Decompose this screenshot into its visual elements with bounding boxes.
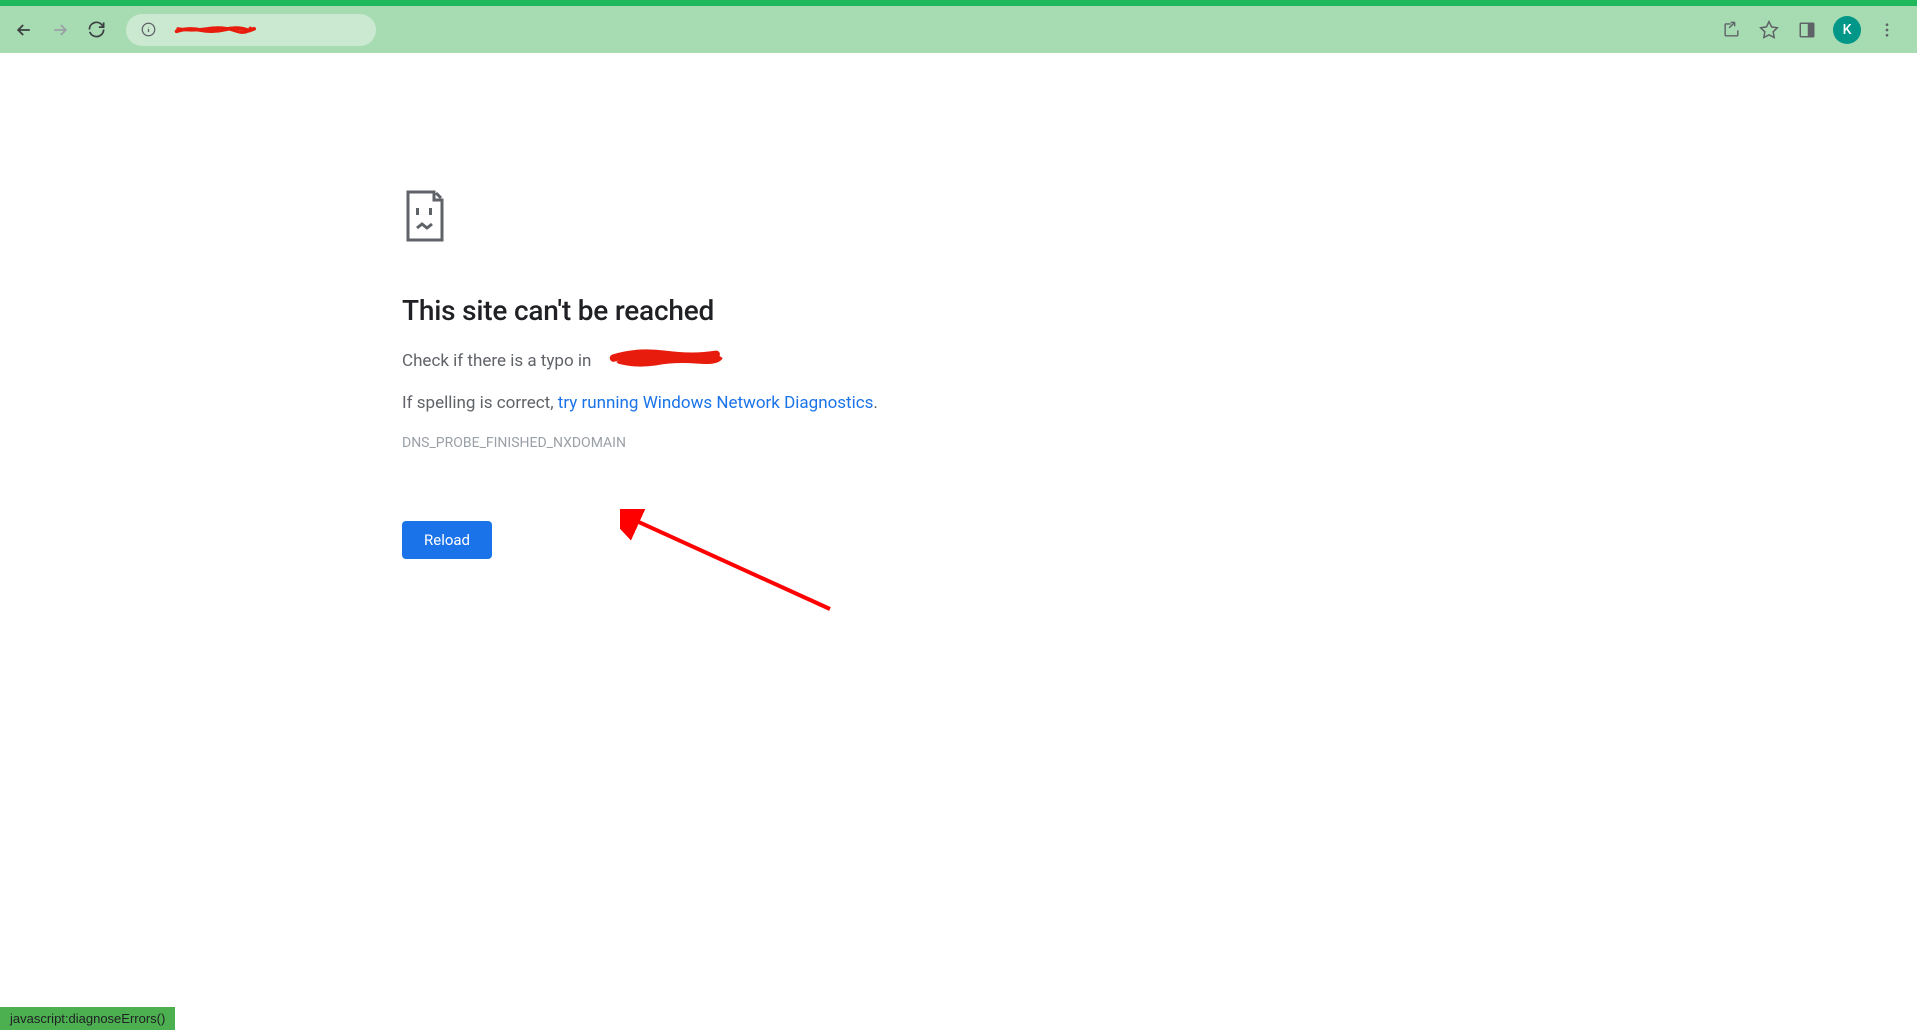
side-panel-button[interactable] bbox=[1795, 18, 1819, 42]
side-panel-icon bbox=[1798, 21, 1816, 39]
star-icon bbox=[1759, 20, 1779, 40]
avatar-letter: K bbox=[1843, 22, 1852, 38]
error-code: DNS_PROBE_FINISHED_NXDOMAIN bbox=[402, 435, 1002, 451]
forward-button[interactable] bbox=[46, 16, 74, 44]
typo-prefix: Check if there is a typo in bbox=[402, 351, 591, 371]
diagnostics-link[interactable]: try running Windows Network Diagnostics bbox=[558, 393, 874, 413]
arrow-right-icon bbox=[50, 20, 70, 40]
page-content: This site can't be reached Check if ther… bbox=[0, 53, 1917, 1030]
redaction-mark-domain bbox=[607, 345, 732, 373]
bookmark-button[interactable] bbox=[1757, 18, 1781, 42]
menu-button[interactable] bbox=[1875, 18, 1899, 42]
site-info-icon[interactable] bbox=[140, 22, 156, 38]
back-button[interactable] bbox=[10, 16, 38, 44]
browser-toolbar: K bbox=[0, 6, 1917, 53]
diag-prefix: If spelling is correct, bbox=[402, 393, 558, 413]
diag-suffix: . bbox=[873, 393, 877, 413]
reload-button[interactable] bbox=[82, 16, 110, 44]
share-button[interactable] bbox=[1719, 18, 1743, 42]
share-icon bbox=[1722, 20, 1741, 39]
reload-page-button[interactable]: Reload bbox=[402, 521, 492, 559]
error-container: This site can't be reached Check if ther… bbox=[402, 190, 1002, 559]
kebab-icon bbox=[1878, 21, 1896, 39]
profile-avatar[interactable]: K bbox=[1833, 16, 1861, 44]
reload-icon bbox=[87, 20, 106, 39]
error-message-typo: Check if there is a typo in bbox=[402, 351, 591, 371]
error-title: This site can't be reached bbox=[402, 294, 1002, 327]
arrow-left-icon bbox=[14, 20, 34, 40]
toolbar-right: K bbox=[1719, 16, 1907, 44]
sad-page-icon bbox=[402, 190, 450, 242]
address-bar[interactable] bbox=[126, 14, 376, 46]
redaction-mark-url bbox=[156, 25, 276, 35]
error-message-diagnostics: If spelling is correct, try running Wind… bbox=[402, 393, 1002, 413]
status-bar: javascript:diagnoseErrors() bbox=[0, 1007, 175, 1030]
